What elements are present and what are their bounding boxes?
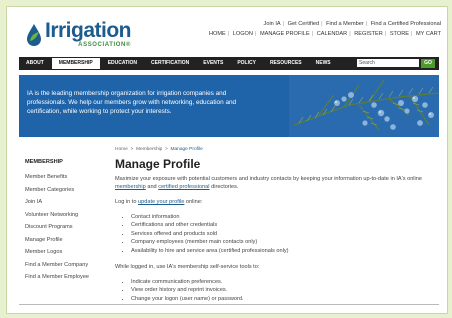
breadcrumb-home[interactable]: Home	[115, 147, 128, 152]
sidebar-item-join-ia[interactable]: Join IA	[25, 196, 107, 209]
list-item: Availability to hire and service area (c…	[131, 247, 433, 255]
login-paragraph: Log in to update your profile online:	[115, 199, 203, 205]
link-find-certified-professional[interactable]: Find a Certified Professional	[371, 21, 441, 27]
link-home[interactable]: HOME	[209, 31, 226, 37]
sidebar-item-find-member-company[interactable]: Find a Member Company	[25, 259, 107, 272]
utility-links: Join IA | Get Certified | Find a Member | F…	[209, 19, 441, 39]
list-item: Certifications and other credentials	[131, 221, 433, 229]
list-item: Indicate communication preferences.	[131, 278, 433, 286]
main-content: Manage Profile Maximize your exposure wi…	[115, 157, 433, 311]
breadcrumb-current: Manage Profile	[170, 147, 203, 152]
list-item: Services offered and products sold	[131, 230, 433, 238]
main-nav: ABOUT MEMBERSHIP EDUCATION CERTIFICATION…	[19, 57, 439, 70]
profile-list: Contact information Certifications and o…	[115, 213, 433, 255]
sidebar-item-find-member-employee[interactable]: Find a Member Employee	[25, 271, 107, 284]
link-find-member[interactable]: Find a Member	[326, 21, 364, 27]
page-frame: Irrigation ASSOCIATION® Join IA | Get Cer…	[6, 6, 448, 314]
hero-banner: IA is the leading membership organizatio…	[19, 75, 439, 137]
nav-policy[interactable]: POLICY	[230, 57, 263, 70]
list-item: View order history and reprint invoices.	[131, 286, 433, 294]
sidebar-item-member-categories[interactable]: Member Categories	[25, 184, 107, 197]
nav-resources[interactable]: RESOURCES	[263, 57, 309, 70]
page-title: Manage Profile	[115, 157, 201, 171]
nav-membership[interactable]: MEMBERSHIP	[50, 57, 101, 70]
nav-about[interactable]: ABOUT	[19, 57, 51, 70]
link-logon[interactable]: LOGON	[233, 31, 253, 37]
certified-professional-link[interactable]: certified professional	[158, 184, 209, 190]
link-get-certified[interactable]: Get Certified	[288, 21, 319, 27]
list-item: Change your logon (user name) or passwor…	[131, 295, 433, 303]
sidebar-item-manage-profile[interactable]: Manage Profile	[25, 234, 107, 247]
sidebar-nav: MEMBERSHIP Member Benefits Member Catego…	[25, 159, 107, 284]
sidebar-item-member-benefits[interactable]: Member Benefits	[25, 171, 107, 184]
banner-text: IA is the leading membership organizatio…	[27, 90, 237, 115]
logo-wordmark: Irrigation	[45, 19, 132, 42]
juniper-branch-image	[289, 75, 439, 137]
utility-links-row1: Join IA | Get Certified | Find a Member | F…	[263, 21, 441, 27]
logo-subtitle: ASSOCIATION®	[78, 42, 132, 48]
breadcrumb-membership[interactable]: Membership	[136, 147, 162, 152]
search-go-button[interactable]: GO	[421, 59, 435, 68]
sidebar-item-discount-programs[interactable]: Discount Programs	[25, 221, 107, 234]
link-calendar[interactable]: CALENDAR	[317, 31, 347, 37]
intro-paragraph: Maximize your exposure with potential cu…	[115, 176, 423, 190]
footer-divider	[19, 304, 439, 305]
nav-events[interactable]: EVENTS	[196, 57, 230, 70]
sidebar-item-member-logos[interactable]: Member Logos	[25, 246, 107, 259]
update-profile-link[interactable]: update your profile	[138, 199, 184, 205]
membership-directory-link[interactable]: membership	[115, 184, 146, 190]
sidebar-heading: MEMBERSHIP	[25, 159, 63, 165]
search-input[interactable]	[357, 59, 419, 67]
utility-links-row2: HOME | LOGON | MANAGE PROFILE | CALENDAR | R…	[208, 31, 441, 37]
irrigation-association-logo[interactable]: Irrigation ASSOCIATION®	[25, 19, 132, 48]
water-drop-leaf-icon	[27, 23, 41, 46]
link-join-ia[interactable]: Join IA	[264, 21, 281, 27]
self-service-paragraph: While logged in, use IA's membership sel…	[115, 264, 260, 271]
link-my-cart[interactable]: MY CART	[416, 31, 441, 37]
self-service-list: Indicate communication preferences. View…	[115, 278, 433, 303]
link-register[interactable]: REGISTER	[354, 31, 383, 37]
breadcrumb: Home > Membership > Manage Profile	[115, 147, 203, 152]
link-store[interactable]: STORE	[390, 31, 409, 37]
list-item: Contact information	[131, 213, 433, 221]
nav-certification[interactable]: CERTIFICATION	[144, 57, 196, 70]
nav-education[interactable]: EDUCATION	[101, 57, 144, 70]
link-manage-profile[interactable]: MANAGE PROFILE	[260, 31, 310, 37]
sidebar-item-volunteer-networking[interactable]: Volunteer Networking	[25, 209, 107, 222]
nav-news[interactable]: NEWS	[309, 57, 338, 70]
list-item: Company employees (member main contacts …	[131, 238, 433, 246]
